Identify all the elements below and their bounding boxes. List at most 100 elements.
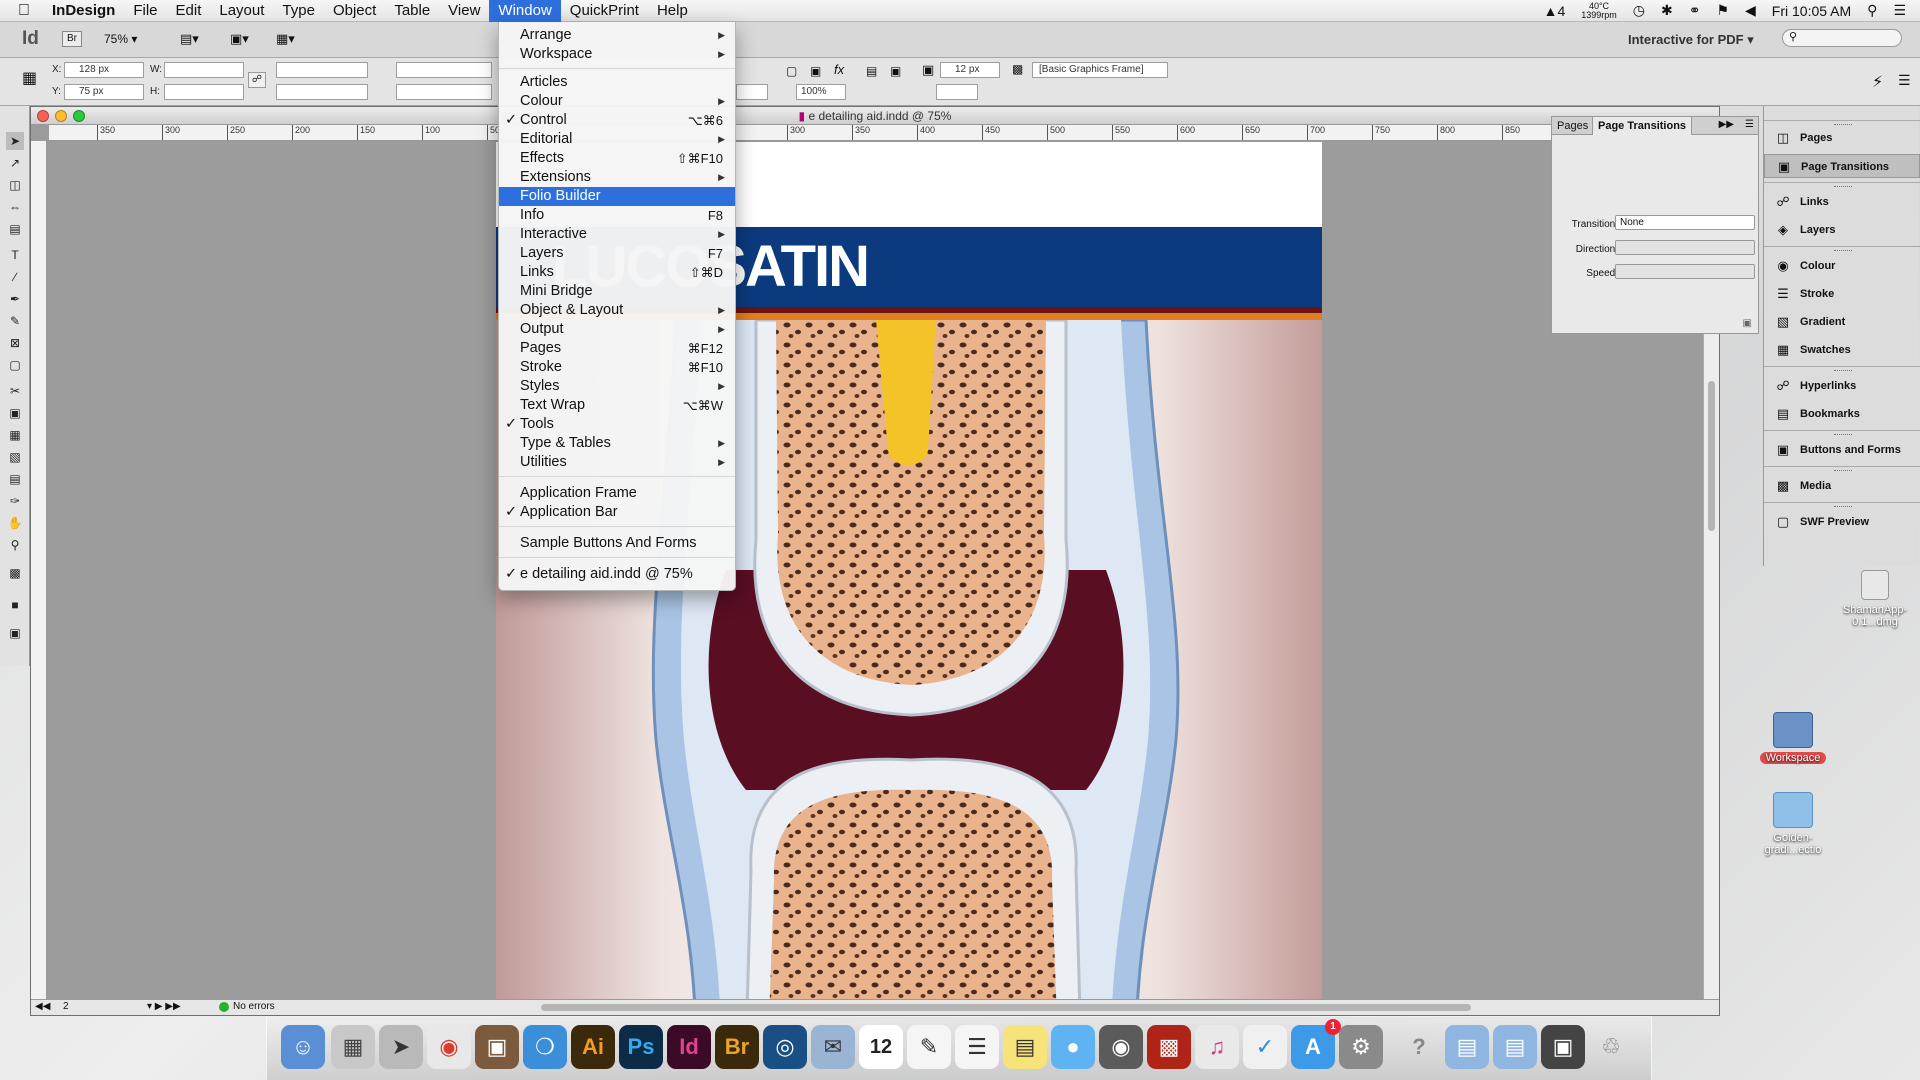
dock-calculator-icon[interactable]: ▦ bbox=[331, 1025, 375, 1069]
zoom-tool-icon[interactable]: ⚲ bbox=[6, 536, 24, 554]
dock-item-swf-preview[interactable]: ▢ SWF Preview bbox=[1764, 510, 1920, 534]
bridge-button[interactable]: Br bbox=[62, 31, 82, 47]
screen-mode-icon[interactable]: ▣▾ bbox=[230, 31, 249, 47]
bluetooth-icon[interactable]: ✱ bbox=[1661, 2, 1673, 19]
first-page-icon[interactable]: ◀◀ bbox=[35, 1001, 50, 1012]
menu-item-text-wrap[interactable]: Text Wrap ⌥⌘W bbox=[499, 396, 735, 415]
panel-group-grip[interactable] bbox=[1764, 246, 1920, 254]
page-tool-icon[interactable]: ◫ bbox=[6, 176, 24, 194]
object-style-icon[interactable]: ▩ bbox=[1012, 62, 1023, 76]
rotation-field[interactable] bbox=[396, 62, 492, 78]
dock-photobooth-icon[interactable]: ▣ bbox=[475, 1025, 519, 1069]
document-title-bar[interactable]: ▮ e detailing aid.indd @ 75% bbox=[31, 107, 1719, 125]
desktop-icon-golden[interactable]: Golden-gradi...ectio bbox=[1748, 792, 1838, 856]
menu-object[interactable]: Object bbox=[324, 0, 385, 22]
menu-item-info[interactable]: Info F8 bbox=[499, 206, 735, 225]
x-position-field[interactable]: 128 px bbox=[64, 62, 144, 78]
panel-group-grip[interactable] bbox=[1764, 182, 1920, 190]
menu-item-object-layout[interactable]: Object & Layout ▶ bbox=[499, 301, 735, 320]
dock-bridge-icon[interactable]: Br bbox=[715, 1025, 759, 1069]
lightning-icon[interactable]: ⚡ bbox=[1872, 72, 1883, 92]
clock[interactable]: Fri 10:05 AM bbox=[1772, 3, 1851, 19]
spotlight-icon[interactable]: ⚲ bbox=[1867, 2, 1877, 19]
help-search-input[interactable]: ⚲ bbox=[1782, 29, 1902, 47]
desktop-icon-dmg[interactable]: ShamanApp-0.1...dmg bbox=[1830, 570, 1920, 628]
menu-layout[interactable]: Layout bbox=[210, 0, 273, 22]
dock-calendar-icon[interactable]: 12 bbox=[859, 1025, 903, 1069]
eyedropper-tool-icon[interactable]: ✑ bbox=[6, 492, 24, 510]
scissors-tool-icon[interactable]: ✂ bbox=[6, 382, 24, 400]
menu-item-output[interactable]: Output ▶ bbox=[499, 320, 735, 339]
dock-mail-icon[interactable]: ✉ bbox=[811, 1025, 855, 1069]
collapse-panel-icon[interactable]: ▶▶ bbox=[1719, 119, 1734, 130]
view-options-icon[interactable]: ▤▾ bbox=[180, 31, 199, 47]
menu-item-effects[interactable]: Effects ⇧⌘F10 bbox=[499, 149, 735, 168]
gap-tool-icon[interactable]: ⇔ bbox=[6, 198, 24, 216]
menu-item-mini-bridge[interactable]: Mini Bridge bbox=[499, 282, 735, 301]
menu-table[interactable]: Table bbox=[385, 0, 439, 22]
constrain-proportions-icon[interactable]: ☍ bbox=[248, 72, 266, 88]
dock-documents-stack-icon[interactable]: ▤ bbox=[1445, 1025, 1489, 1069]
shear-field[interactable] bbox=[396, 84, 492, 100]
shadow-icon[interactable]: ▣ bbox=[810, 64, 821, 78]
dock-item-gradient[interactable]: ▧ Gradient bbox=[1764, 310, 1920, 334]
panel-group-grip[interactable] bbox=[1764, 366, 1920, 374]
menu-item-utilities[interactable]: Utilities ▶ bbox=[499, 453, 735, 472]
dock-item-swatches[interactable]: ▦ Swatches bbox=[1764, 338, 1920, 362]
panel-group-grip[interactable] bbox=[1764, 502, 1920, 510]
direction-dropdown[interactable] bbox=[1615, 240, 1755, 255]
menu-item-application-frame[interactable]: Application Frame bbox=[499, 484, 735, 503]
horizontal-ruler[interactable]: 350 300 250 200 150 100 50 0 300 350 400… bbox=[49, 125, 1703, 141]
tab-pages[interactable]: Pages bbox=[1552, 117, 1593, 135]
hand-tool-icon[interactable]: ✋ bbox=[6, 514, 24, 532]
dock-trash-icon[interactable]: ♲ bbox=[1589, 1025, 1633, 1069]
dock-textedit-icon[interactable]: ✎ bbox=[907, 1025, 951, 1069]
menu-item-open-document[interactable]: ✓ e detailing aid.indd @ 75% bbox=[499, 565, 735, 584]
y-position-field[interactable]: 75 px bbox=[64, 84, 144, 100]
menu-item-stroke[interactable]: Stroke ⌘F10 bbox=[499, 358, 735, 377]
free-transform-tool-icon[interactable]: ▣ bbox=[6, 404, 24, 422]
selection-tool-icon[interactable]: ➤ bbox=[6, 132, 24, 150]
dock-chrome-icon[interactable]: ◉ bbox=[427, 1025, 471, 1069]
type-tool-icon[interactable]: T bbox=[6, 246, 24, 264]
menu-item-styles[interactable]: Styles ▶ bbox=[499, 377, 735, 396]
menu-item-interactive[interactable]: Interactive ▶ bbox=[499, 225, 735, 244]
pasteboard[interactable]: LUCOSATIN bbox=[48, 142, 1703, 999]
gradient-swatch-tool-icon[interactable]: ▦ bbox=[6, 426, 24, 444]
menu-item-arrange[interactable]: Arrange ▶ bbox=[499, 26, 735, 45]
menu-item-workspace[interactable]: Workspace ▶ bbox=[499, 45, 735, 64]
speed-dropdown[interactable] bbox=[1615, 264, 1755, 279]
menu-help[interactable]: Help bbox=[648, 0, 697, 22]
dock-safari-icon[interactable]: ❍ bbox=[523, 1025, 567, 1069]
align-icon[interactable]: ▤ bbox=[866, 64, 877, 78]
notification-center-icon[interactable]: ☰ bbox=[1893, 2, 1906, 19]
dock-item-buttons-and-forms[interactable]: ▣ Buttons and Forms bbox=[1764, 438, 1920, 462]
dock-messages-icon[interactable]: ● bbox=[1051, 1025, 1095, 1069]
time-machine-icon[interactable]: ◷ bbox=[1633, 2, 1645, 19]
dock-slideshow-icon[interactable]: ▩ bbox=[1147, 1025, 1191, 1069]
scale-y-field[interactable] bbox=[276, 84, 368, 100]
panel-group-grip[interactable] bbox=[1764, 430, 1920, 438]
screen-mode-tool-icon[interactable]: ▣ bbox=[6, 624, 24, 642]
scale-x-field[interactable] bbox=[276, 62, 368, 78]
dock-help-icon[interactable]: ? bbox=[1397, 1025, 1441, 1069]
menu-quickprint[interactable]: QuickPrint bbox=[561, 0, 648, 22]
tab-page-transitions[interactable]: Page Transitions bbox=[1592, 117, 1693, 135]
dock-item-links[interactable]: ☍ Links bbox=[1764, 190, 1920, 214]
dock-illustrator-icon[interactable]: Ai bbox=[571, 1025, 615, 1069]
dock-item-stroke[interactable]: ☰ Stroke bbox=[1764, 282, 1920, 306]
apply-color-icon[interactable]: ■ bbox=[6, 596, 24, 614]
close-window-button[interactable] bbox=[37, 110, 49, 122]
preflight-status[interactable]: No errors bbox=[233, 1001, 275, 1012]
dock-indesign-icon[interactable]: Id bbox=[667, 1025, 711, 1069]
menu-view[interactable]: View bbox=[439, 0, 489, 22]
zoom-window-button[interactable] bbox=[73, 110, 85, 122]
dock-system-preferences-icon[interactable]: ⚙ bbox=[1339, 1025, 1383, 1069]
menu-item-links[interactable]: Links ⇧⌘D bbox=[499, 263, 735, 282]
height-field[interactable] bbox=[164, 84, 244, 100]
dock-photoshop-icon[interactable]: Ps bbox=[619, 1025, 663, 1069]
flag-icon[interactable]: ⚑ bbox=[1716, 2, 1729, 19]
transition-dropdown[interactable]: None bbox=[1615, 215, 1755, 230]
direct-selection-tool-icon[interactable]: ↗ bbox=[6, 154, 24, 172]
pen-tool-icon[interactable]: ✒ bbox=[6, 290, 24, 308]
